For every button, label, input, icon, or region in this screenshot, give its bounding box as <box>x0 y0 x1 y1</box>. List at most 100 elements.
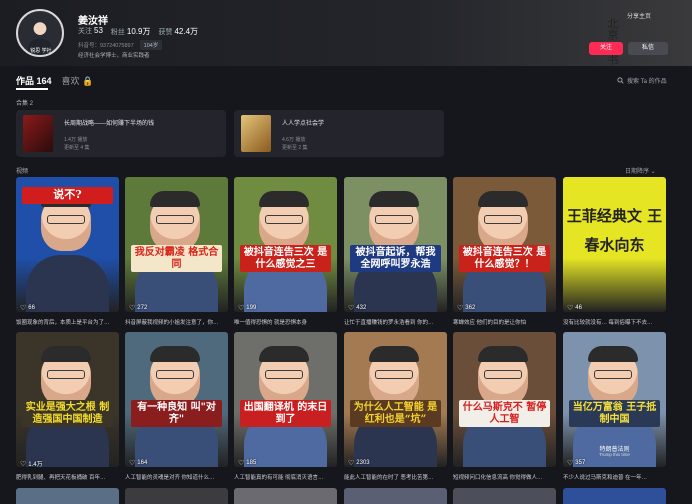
account-info: 抖音号：93724075897 104岁 <box>78 40 163 50</box>
follow-stat-label: 关注 <box>78 28 92 35</box>
heart-icon: ♡ <box>348 305 355 312</box>
collection-updated: 更新至 4 集 <box>64 145 90 151</box>
sort-dropdown[interactable]: 日期降序 ⌄ <box>625 166 656 175</box>
video-caption[interactable]: 抖音屏蔽我视频的小姐发注意了，你… <box>125 318 228 326</box>
video-overlay-title: 有一种良知 叫"对齐" <box>131 400 222 427</box>
follow-stat-value: 53 <box>94 26 103 35</box>
tab-works[interactable]: 作品 164 <box>16 74 52 87</box>
collection-plays: 4.6万 播放 <box>282 137 306 143</box>
video-thumbnail: 实业是强大之根 制造强国中国制造 <box>16 332 119 467</box>
likes-stat-value: 42.4万 <box>174 27 199 36</box>
profile-tabs: 作品 164 喜欢 🔒 <box>16 74 93 87</box>
collection-title: 人人学点社会学 <box>282 121 325 127</box>
collections-label: 合集 2 <box>16 101 34 107</box>
heart-icon: ♡ <box>567 460 574 467</box>
collection-card[interactable]: 长周期战略——如何赚下半场的钱 1.4万 播放 更新至 4 集 <box>16 110 226 157</box>
video-overlay-title: 实业是强大之根 制造强国中国制造 <box>22 400 113 427</box>
video-overlay-title: 为什么人工智能 是红利也是“坑” <box>350 400 441 427</box>
video-caption[interactable]: 人工智能的灵魂是对齐 你知道什么… <box>125 473 228 481</box>
profile-name: 姜汝祥 <box>78 16 108 27</box>
share-home-link[interactable]: 分享主页 <box>627 11 651 20</box>
video-caption[interactable]: 不少人说过马斯克和迪普 在一年… <box>563 473 666 481</box>
person-hair <box>259 191 309 207</box>
video-card-partial[interactable] <box>125 488 228 504</box>
video-card-partial[interactable] <box>344 488 447 504</box>
video-likes: ♡ 432 <box>348 304 366 312</box>
glasses <box>375 370 413 379</box>
video-thumbnail: 被抖音连告三次 是什么感觉？！ <box>453 177 556 312</box>
fans-stat[interactable]: 粉丝 10.9万 <box>111 26 151 37</box>
video-likes-count: 432 <box>356 305 367 311</box>
collection-updated: 更新至 2 集 <box>282 145 308 151</box>
video-likes-count: 1.4万 <box>28 462 43 468</box>
search-icon <box>617 77 624 84</box>
follow-button[interactable]: 关注 <box>589 42 623 55</box>
collection-title: 长周期战略——如何赚下半场的钱 <box>64 121 155 127</box>
follow-stat[interactable]: 关注 53 <box>78 26 103 37</box>
video-likes: ♡ 46 <box>567 304 582 312</box>
heart-icon: ♡ <box>129 305 136 312</box>
glasses <box>47 215 85 224</box>
collection-plays: 1.4万 播放 <box>64 137 88 143</box>
video-caption[interactable]: 人工智能真的有可能 彻底消灭语言… <box>234 473 337 481</box>
video-overlay-title: 当亿万富翁 王子抵制中国 <box>569 400 660 427</box>
profile-stats: 关注 53 粉丝 10.9万 获赞 42.4万 <box>78 26 198 37</box>
video-caption[interactable]: 能此人工智能的在时了 恶考比苦第… <box>344 473 447 481</box>
video-caption[interactable]: 短视频问口化信息流高 你觉得做人… <box>453 473 556 481</box>
video-caption[interactable]: 唯一值得恐惧的 就是恐惧本身 <box>234 318 337 326</box>
video-caption[interactable]: 让忙于直播赚钱的罗永浩看到 你的… <box>344 318 447 326</box>
video-card-partial[interactable] <box>453 488 556 504</box>
video-caption[interactable]: 寒蝉效应 他们的目的是让你怕 <box>453 318 556 326</box>
person-hair <box>369 346 419 362</box>
video-card-partial[interactable] <box>16 488 119 504</box>
video-caption[interactable]: 肥得乳到腿、再把天花板捅破 百年… <box>16 473 119 481</box>
profile-bio: 经济社会学博士，商业实践者 <box>78 53 150 59</box>
video-likes: ♡ 2303 <box>348 459 370 467</box>
video-likes-count: 66 <box>28 305 35 311</box>
video-likes-count: 2303 <box>356 460 370 466</box>
likes-stat: 获赞 42.4万 <box>158 26 198 37</box>
collection-cover <box>241 115 271 152</box>
video-likes: ♡ 1.4万 <box>20 459 43 469</box>
person-hair <box>150 346 200 362</box>
videos-label: 视频 <box>16 169 29 175</box>
heart-icon: ♡ <box>20 305 27 312</box>
video-thumbnail: 当亿万富翁 王子抵制中国 特朗普法则 Trump this time <box>563 332 666 467</box>
video-card-partial[interactable] <box>563 488 666 504</box>
video-card-partial[interactable] <box>234 488 337 504</box>
heart-icon: ♡ <box>20 460 27 468</box>
avatar[interactable]: 锐思 学社 <box>16 9 64 57</box>
video-likes: ♡ 362 <box>457 304 475 312</box>
video-thumbnail: 王菲经典文 王春水向东 <box>563 177 666 312</box>
account-id: 抖音号：93724075897 <box>78 43 134 49</box>
video-likes: ♡ 357 <box>567 459 585 467</box>
message-button[interactable]: 私信 <box>628 42 668 55</box>
video-overlay-title: 我反对霸凌 格式合同 <box>131 245 222 272</box>
glasses <box>484 215 522 224</box>
person-hair <box>588 346 638 362</box>
video-thumbnail: 说不? <box>16 177 119 312</box>
video-likes-count: 164 <box>137 460 148 466</box>
glasses <box>47 370 85 379</box>
tab-likes[interactable]: 喜欢 🔒 <box>62 74 94 87</box>
glasses <box>156 215 194 224</box>
video-overlay-title: 什么马斯克不 暂停人工智 <box>459 400 550 427</box>
video-thumbnail: 出国翻译机 的末日到了 <box>234 332 337 467</box>
video-likes-count: 46 <box>575 305 582 311</box>
fans-stat-label: 粉丝 <box>110 29 125 36</box>
person-hair <box>478 191 528 207</box>
glasses <box>156 370 194 379</box>
glasses <box>265 370 303 379</box>
glasses <box>375 215 413 224</box>
person-hair <box>478 346 528 362</box>
video-caption[interactable]: 饭圈现象的背后，本质上是平台为了… <box>16 318 119 326</box>
person-hair <box>369 191 419 207</box>
collection-card[interactable]: 人人学点社会学 4.6万 播放 更新至 2 集 <box>234 110 444 157</box>
video-caption[interactable]: 没有比较就没有… 每到俗曝下不去… <box>563 318 666 326</box>
search-works[interactable]: 搜索 Ta 的作品 <box>617 76 667 85</box>
fans-stat-value: 10.9万 <box>126 27 151 36</box>
heart-icon: ♡ <box>238 305 245 312</box>
video-likes-count: 362 <box>465 305 476 311</box>
video-thumbnail: 被抖音起诉，帮我 全网呼叫罗永浩 <box>344 177 447 312</box>
video-overlay-title: 王菲经典文 王春水向东 <box>566 207 663 254</box>
